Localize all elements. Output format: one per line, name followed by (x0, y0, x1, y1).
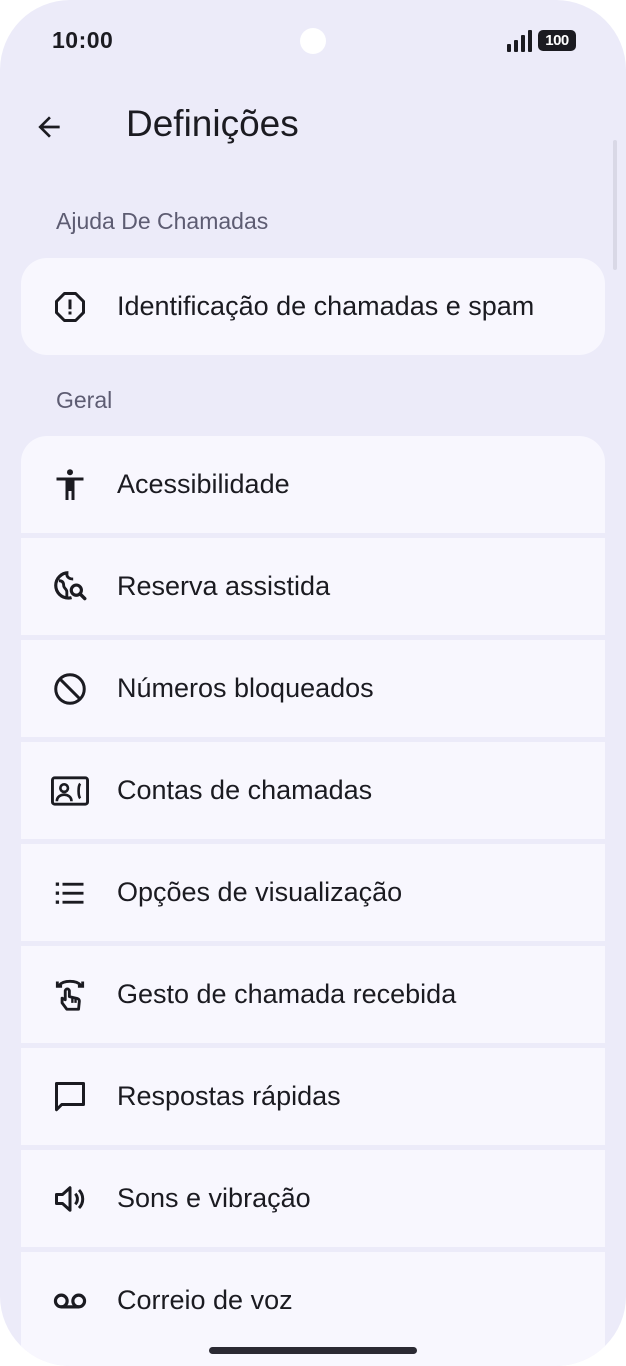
app-bar: Definições (0, 90, 626, 162)
settings-item-assisted-booking[interactable]: Reserva assistida (21, 533, 605, 635)
contact-phone-icon (51, 772, 89, 810)
battery-icon: 100 (538, 30, 576, 51)
signal-icon (506, 30, 532, 52)
settings-item-display-options[interactable]: Opções de visualização (21, 839, 605, 941)
settings-item-label: Números bloqueados (117, 673, 374, 703)
settings-item-quick-responses[interactable]: Respostas rápidas (21, 1043, 605, 1145)
settings-item-sounds-vibration[interactable]: Sons e vibração (21, 1145, 605, 1247)
general-card: Acessibilidade Reserva assistida Números… (21, 436, 605, 1366)
voicemail-icon (51, 1282, 89, 1320)
phone-screen: 10:00 100 Definições Ajuda De Chamadas I… (0, 0, 626, 1366)
settings-item-label: Sons e vibração (117, 1183, 311, 1213)
section-header-general: Geral (56, 387, 113, 413)
settings-item-label: Respostas rápidas (117, 1081, 341, 1111)
settings-item-label: Contas de chamadas (117, 775, 373, 805)
settings-item-incoming-call-gesture[interactable]: Gesto de chamada recebida (21, 941, 605, 1043)
page-title: Definições (126, 103, 299, 144)
settings-item-label: Opções de visualização (117, 877, 403, 907)
back-button[interactable] (24, 102, 74, 152)
volume-icon (51, 1180, 89, 1218)
list-icon (51, 874, 89, 912)
section-header-call-assist: Ajuda De Chamadas (56, 208, 269, 234)
accessibility-icon (51, 466, 89, 504)
camera-cutout (300, 28, 326, 54)
alert-octagon-icon (51, 288, 89, 326)
status-bar: 10:00 100 (0, 0, 626, 80)
call-assist-card: Identificação de chamadas e spam (21, 258, 605, 355)
block-icon (51, 670, 89, 708)
settings-item-voicemail[interactable]: Correio de voz (21, 1247, 605, 1349)
settings-item-calling-accounts[interactable]: Contas de chamadas (21, 737, 605, 839)
settings-item-label: Gesto de chamada recebida (117, 979, 457, 1009)
status-time: 10:00 (52, 27, 114, 53)
swipe-gesture-icon (51, 976, 89, 1014)
travel-explore-icon (51, 568, 89, 606)
settings-item-label: Identificação de chamadas e spam (117, 291, 535, 321)
settings-item-label: Acessibilidade (117, 469, 290, 499)
settings-item-accessibility[interactable]: Acessibilidade (21, 436, 605, 533)
settings-item-label: Reserva assistida (117, 571, 331, 601)
scrollbar[interactable] (613, 140, 617, 270)
home-indicator[interactable] (209, 1347, 417, 1354)
settings-item-blocked-numbers[interactable]: Números bloqueados (21, 635, 605, 737)
settings-item-label: Correio de voz (117, 1285, 293, 1315)
arrow-back-icon (33, 111, 65, 143)
chat-bubble-icon (51, 1078, 89, 1116)
settings-item-caller-id-spam[interactable]: Identificação de chamadas e spam (21, 258, 605, 355)
